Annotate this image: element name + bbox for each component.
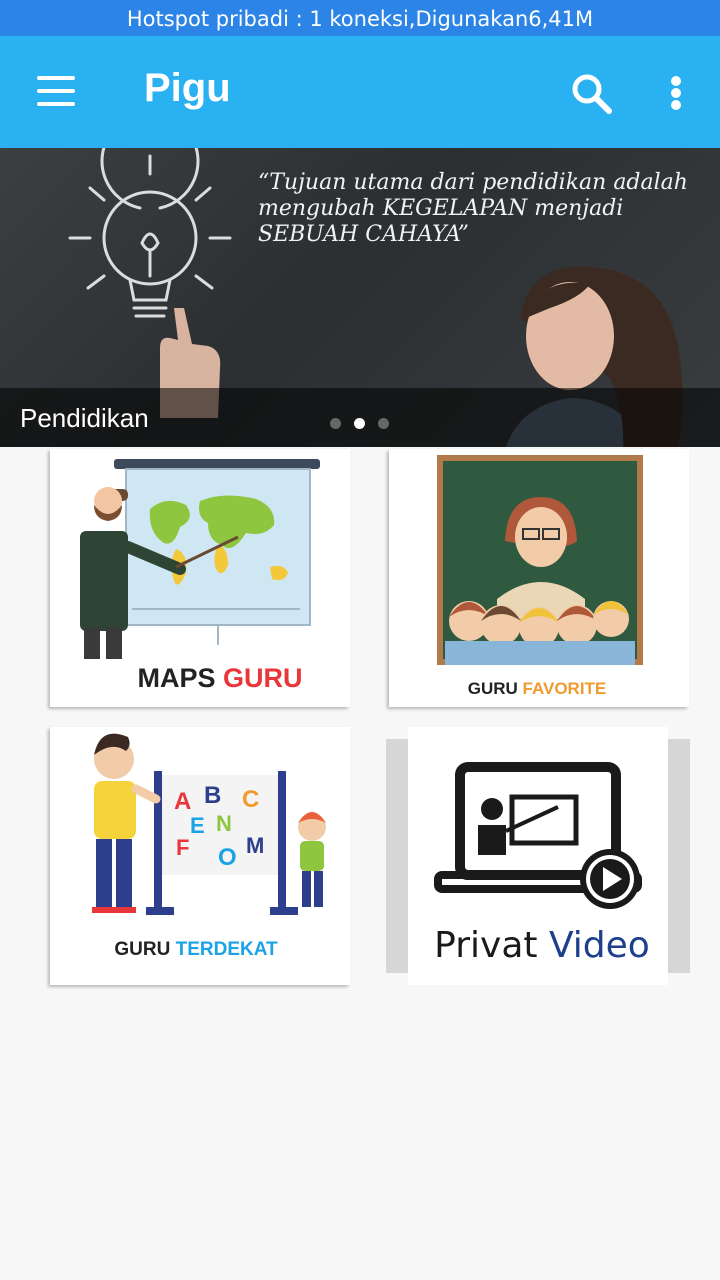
svg-text:C: C: [242, 786, 259, 813]
hamburger-menu-icon[interactable]: [28, 70, 84, 114]
status-bar: Hotspot pribadi : 1 koneksi,Digunakan6,4…: [0, 0, 720, 36]
app-bar: Pigu: [0, 36, 720, 148]
world-map-teacher-illustration: [80, 459, 320, 659]
svg-text:M: M: [246, 833, 264, 858]
app-title: Pigu: [144, 66, 231, 110]
banner-quote: “Tujuan utama dari pendidikan adalah men…: [258, 170, 688, 247]
slider-dot-active[interactable]: [354, 418, 365, 429]
card-label: MAPS GURU: [137, 663, 303, 693]
banner-slider[interactable]: “Tujuan utama dari pendidikan adalah men…: [0, 148, 720, 447]
svg-text:A: A: [174, 788, 191, 815]
alphabet-board-teacher-illustration: A B C E N F O M: [92, 733, 326, 915]
svg-text:E: E: [190, 813, 205, 838]
svg-text:F: F: [176, 835, 189, 860]
menu-card-guru-favorite[interactable]: GURU FAVORITE: [389, 449, 689, 707]
slider-dot[interactable]: [330, 418, 341, 429]
teacher-with-kids-illustration: [437, 455, 643, 665]
card-label: Privat Video: [434, 925, 650, 966]
svg-text:B: B: [204, 782, 221, 809]
banner-caption: Pendidikan: [20, 403, 149, 433]
card-label: GURU TERDEKAT: [114, 939, 278, 960]
menu-card-guru-terdekat[interactable]: A B C E N F O M GURU TERDEKAT: [50, 727, 350, 985]
menu-card-privat-video[interactable]: Privat Video: [408, 727, 668, 985]
status-bar-text: Hotspot pribadi : 1 koneksi,Digunakan6,4…: [126, 7, 594, 31]
menu-card-maps-guru[interactable]: MAPS GURU: [50, 449, 350, 707]
more-vertical-icon[interactable]: [660, 70, 692, 114]
svg-text:O: O: [218, 844, 237, 871]
card-label: GURU FAVORITE: [467, 679, 607, 698]
search-icon[interactable]: [566, 68, 616, 118]
svg-text:N: N: [216, 811, 232, 836]
slider-dot[interactable]: [378, 418, 389, 429]
laptop-video-lesson-icon: [434, 762, 642, 909]
